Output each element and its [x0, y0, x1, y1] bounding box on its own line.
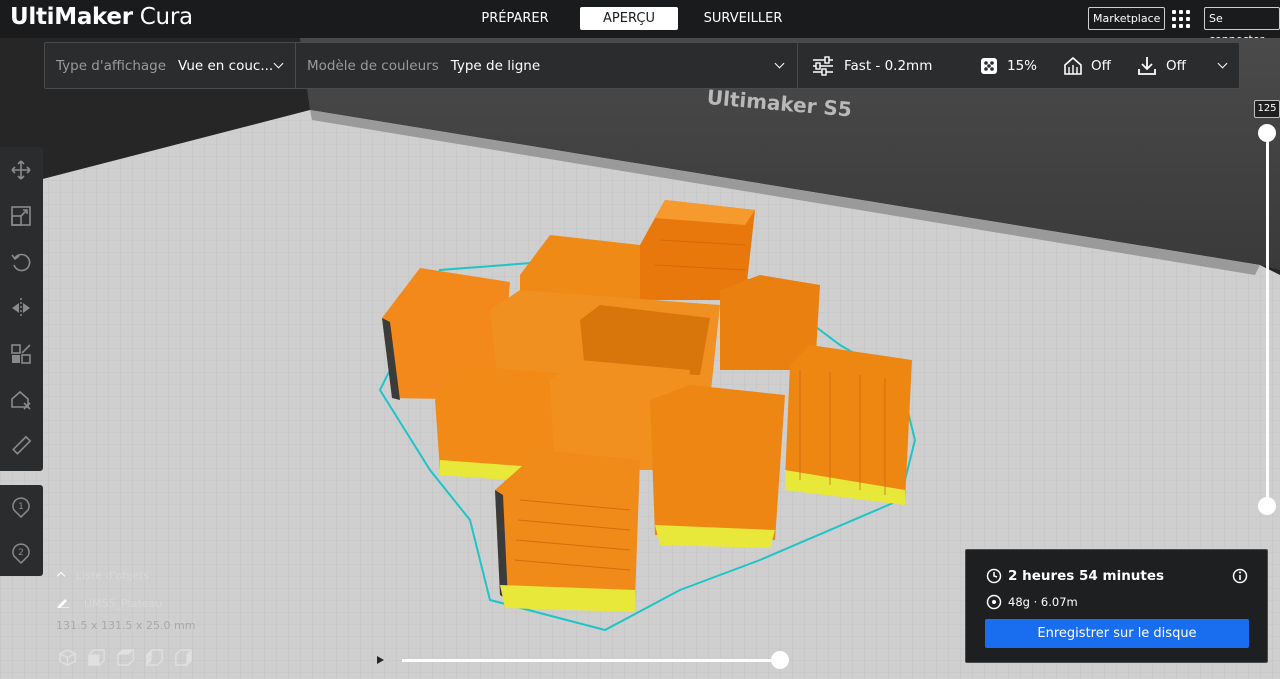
tab-monitor[interactable]: SURVEILLER [683, 7, 803, 30]
stage-menu: Type d'affichage Vue en couc... Modèle d… [44, 42, 1240, 89]
pencil-icon [57, 599, 69, 609]
save-to-disk-button[interactable]: Enregistrer sur le disque [985, 619, 1249, 648]
sign-in-button[interactable]: Se connecter [1204, 7, 1280, 46]
view-type-label: Type d'affichage [56, 57, 167, 74]
chevron-down-icon [774, 58, 785, 69]
tab-prepare[interactable]: PRÉPARER [455, 7, 575, 30]
material-estimate: 48g · 6.07m [1008, 595, 1078, 609]
layer-number-input[interactable]: 125 [1254, 100, 1280, 118]
color-scheme-dropdown[interactable]: Modèle de couleurs Type de ligne [296, 43, 798, 88]
support-blocker-icon[interactable] [10, 389, 32, 411]
color-scheme-label: Modèle de couleurs [307, 57, 439, 74]
mirror-icon[interactable] [10, 297, 32, 319]
3d-view-icon[interactable] [58, 648, 77, 667]
info-icon[interactable] [1232, 568, 1248, 584]
infill-setting: 15% [980, 43, 1037, 88]
apps-grid-icon[interactable] [1172, 10, 1190, 28]
infill-icon [981, 57, 997, 74]
measure-icon[interactable] [10, 435, 32, 457]
move-icon[interactable] [10, 159, 32, 181]
camera-view-buttons [58, 648, 193, 667]
logo-brand: UltiMaker [10, 4, 133, 30]
object-dimensions: 131.5 x 131.5 x 25.0 mm [56, 619, 196, 632]
chevron-down-icon [273, 58, 284, 69]
tool-panel [0, 147, 43, 471]
front-view-icon[interactable] [87, 648, 106, 667]
print-time: 2 heures 54 minutes [1008, 568, 1165, 584]
object-row[interactable]: UMS5_Plateau [56, 596, 162, 610]
scale-icon[interactable] [10, 205, 32, 227]
adhesion-icon [1138, 56, 1156, 75]
object-list-toggle[interactable]: Liste d'objets [56, 569, 149, 582]
color-scheme-value: Type de ligne [450, 57, 541, 74]
sliders-icon [813, 55, 833, 76]
top-view-icon[interactable] [116, 648, 135, 667]
chevron-down-icon[interactable] [1217, 58, 1228, 69]
support-setting: Off [1063, 43, 1111, 88]
path-slider-track[interactable] [402, 659, 780, 662]
layer-slider-bottom-handle[interactable] [1258, 497, 1276, 515]
print-estimate-panel: 2 heures 54 minutes 48g · 6.07m Enregist… [965, 549, 1268, 663]
top-bar: UltiMaker Cura PRÉPARER APERÇU SURVEILLE… [0, 0, 1280, 46]
marketplace-button[interactable]: Marketplace [1088, 7, 1166, 30]
spool-icon [986, 594, 1002, 610]
right-view-icon[interactable] [174, 648, 193, 667]
play-icon[interactable] [375, 654, 386, 666]
profile-value: Fast - 0.2mm [844, 57, 933, 74]
path-slider-handle[interactable] [771, 651, 789, 669]
left-view-icon[interactable] [145, 648, 164, 667]
support-icon [1064, 56, 1082, 75]
tab-preview[interactable]: APERÇU [580, 7, 678, 30]
support-value: Off [1091, 57, 1111, 74]
layer-slider-top-handle[interactable] [1258, 124, 1276, 142]
logo-product: Cura [139, 4, 193, 30]
clock-icon [986, 568, 1002, 584]
view-type-value: Vue en couc... [178, 57, 274, 74]
rotate-icon[interactable] [10, 251, 32, 273]
print-settings-summary[interactable]: Fast - 0.2mm 15% Off Off [798, 43, 1239, 88]
svg-text:2: 2 [18, 548, 24, 558]
app-logo: UltiMaker Cura [10, 4, 193, 30]
extruder-panel: 1 2 [0, 485, 43, 576]
adhesion-setting: Off [1137, 43, 1186, 88]
adhesion-value: Off [1166, 57, 1186, 74]
layer-slider-track[interactable] [1266, 131, 1269, 507]
stage-tabs: PRÉPARER APERÇU SURVEILLER [455, 7, 808, 30]
object-name: UMS5_Plateau [84, 597, 163, 610]
profile-setting: Fast - 0.2mm [812, 43, 932, 88]
view-type-dropdown[interactable]: Type d'affichage Vue en couc... [45, 43, 296, 88]
per-model-settings-icon[interactable] [10, 343, 32, 365]
infill-value: 15% [1007, 57, 1038, 74]
svg-text:1: 1 [18, 502, 24, 512]
extruder-1-icon[interactable]: 1 [10, 496, 32, 518]
extruder-2-icon[interactable]: 2 [10, 542, 32, 564]
object-list-label: Liste d'objets [76, 569, 150, 582]
chevron-up-icon [56, 571, 66, 581]
